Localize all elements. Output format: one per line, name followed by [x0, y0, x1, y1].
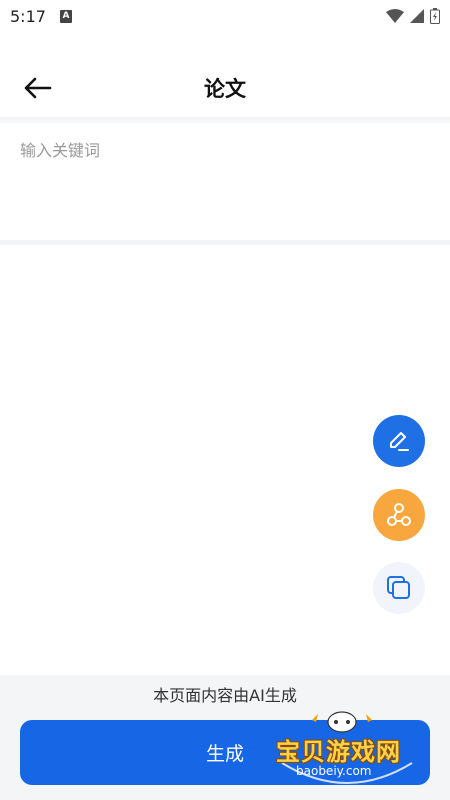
- page-title: 论文: [204, 77, 246, 101]
- arrow-left-icon: [24, 77, 52, 99]
- app-header: 论文: [0, 60, 450, 116]
- a-icon: A: [59, 9, 72, 23]
- status-right: [386, 8, 440, 24]
- status-left: 5:17 A: [10, 7, 72, 26]
- back-button[interactable]: [22, 74, 54, 102]
- edit-button[interactable]: [373, 415, 425, 467]
- generate-label: 生成: [205, 744, 244, 765]
- wifi-icon: [386, 9, 404, 23]
- status-time: 5:17: [10, 6, 46, 26]
- share-icon: [387, 503, 411, 526]
- keyword-input[interactable]: [20, 137, 430, 226]
- watermark-title: 宝贝游戏网: [276, 738, 401, 766]
- keyword-input-container: [0, 123, 450, 240]
- share-button[interactable]: [373, 489, 425, 541]
- ai-notice: 本页面内容由AI生成: [153, 686, 297, 705]
- watermark-url: baobeiy.com: [296, 764, 372, 778]
- divider: [0, 240, 450, 245]
- watermark: 宝贝游戏网 baobeiy.com: [272, 708, 422, 788]
- battery-icon: [430, 8, 440, 24]
- signal-icon: [410, 9, 424, 23]
- status-bar: 5:17 A: [0, 0, 450, 32]
- copy-icon: [387, 576, 410, 599]
- edit-icon: [390, 432, 409, 451]
- copy-button[interactable]: [373, 562, 425, 614]
